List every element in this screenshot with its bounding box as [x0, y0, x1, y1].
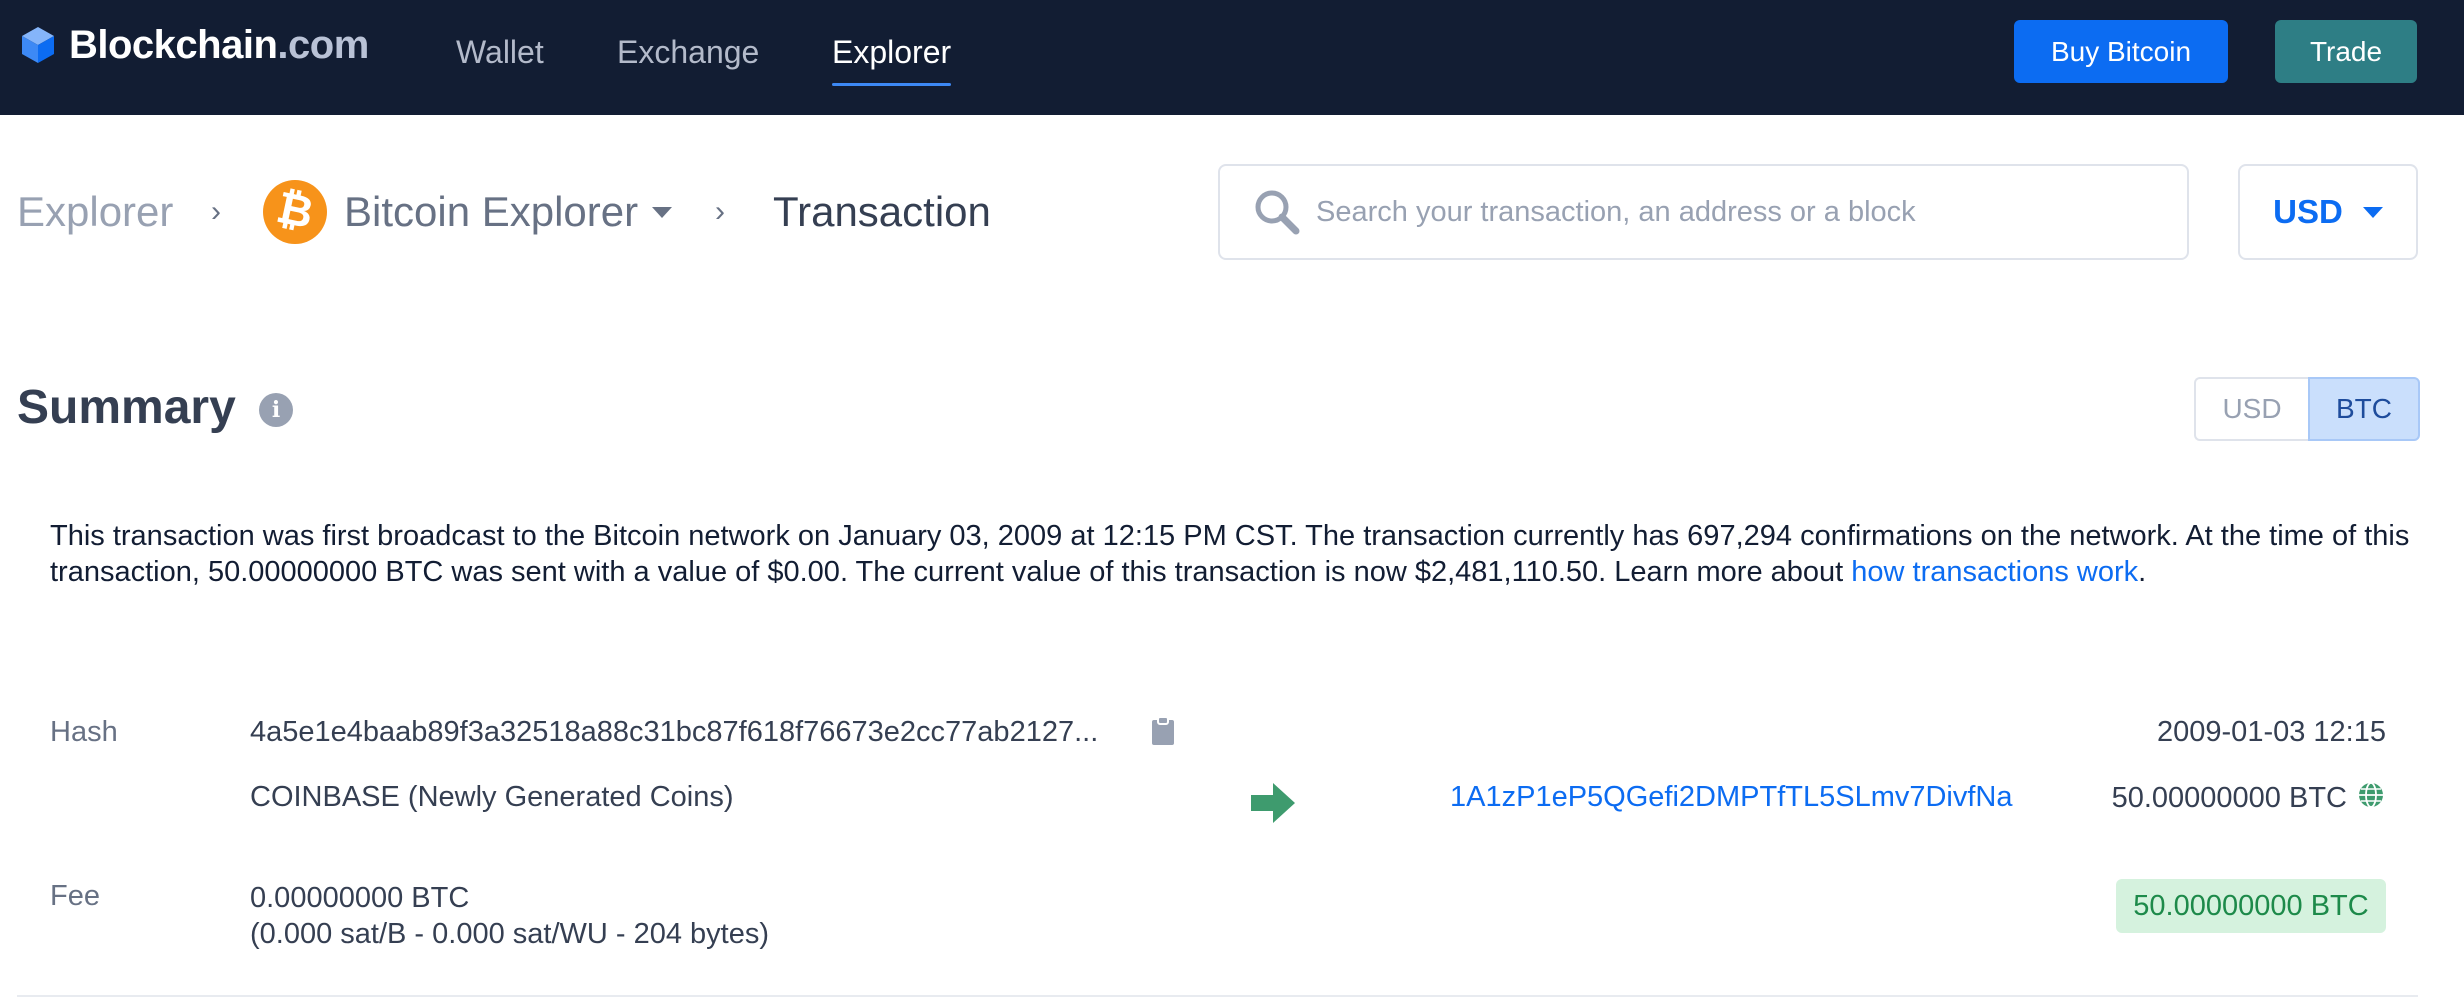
summary-title: Summary — [17, 381, 236, 434]
breadcrumb-bitcoin-explorer-label: Bitcoin Explorer — [344, 188, 639, 235]
currency-select[interactable]: USD — [2238, 164, 2418, 260]
nav-exchange[interactable]: Exchange — [617, 30, 759, 86]
summary-description: This transaction was first broadcast to … — [50, 518, 2420, 590]
fee-detail: (0.000 sat/B - 0.000 sat/WU - 204 bytes) — [250, 918, 770, 950]
summary-description-end: . — [2138, 556, 2147, 588]
clipboard-icon[interactable] — [1151, 716, 1175, 746]
search-box[interactable] — [1218, 164, 2189, 260]
output-amount: 50.00000000 BTC — [2111, 782, 2347, 814]
total-amount-badge: 50.00000000 BTC — [2116, 879, 2386, 933]
breadcrumb-separator-icon: › — [211, 195, 221, 228]
search-icon — [1255, 190, 1300, 235]
hash-label: Hash — [50, 716, 118, 748]
toggle-usd[interactable]: USD — [2194, 377, 2308, 441]
chevron-down-icon — [652, 206, 673, 218]
trade-button[interactable]: Trade — [2275, 20, 2417, 83]
info-icon[interactable]: i — [259, 393, 293, 427]
fee-amount: 0.00000000 BTC — [250, 882, 470, 914]
breadcrumb-current: Transaction — [773, 188, 991, 235]
currency-select-value: USD — [2273, 193, 2343, 230]
nav-explorer[interactable]: Explorer — [832, 30, 952, 86]
transaction-date: 2009-01-03 12:15 — [2157, 716, 2386, 748]
top-navbar: Blockchain.com Wallet Exchange Explorer … — [0, 0, 2464, 115]
divider — [17, 995, 2418, 997]
logo-domain: .com — [277, 22, 369, 67]
currency-toggle: USD BTC — [2194, 377, 2420, 441]
breadcrumb-separator-icon: › — [715, 195, 725, 228]
toggle-btc[interactable]: BTC — [2308, 377, 2420, 441]
blockchain-logo[interactable]: Blockchain.com — [17, 22, 369, 68]
nav-wallet[interactable]: Wallet — [456, 30, 544, 86]
globe-icon[interactable] — [2357, 781, 2385, 809]
breadcrumb-bitcoin-explorer[interactable]: Bitcoin Explorer — [344, 180, 673, 244]
search-input[interactable] — [1316, 195, 2136, 229]
bitcoin-icon: ₿ — [263, 180, 327, 244]
buy-bitcoin-button[interactable]: Buy Bitcoin — [2014, 20, 2228, 83]
fee-value: 0.00000000 BTC (0.000 sat/B - 0.000 sat/… — [250, 880, 769, 952]
logo-text: Blockchain.com — [69, 23, 369, 68]
fee-label: Fee — [50, 880, 100, 912]
arrow-right-icon — [1251, 783, 1295, 823]
breadcrumb-explorer[interactable]: Explorer — [17, 180, 173, 244]
logo-name: Blockchain — [69, 22, 278, 67]
blockchain-logo-icon — [22, 27, 54, 63]
input-coinbase: COINBASE (Newly Generated Coins) — [250, 781, 734, 813]
how-transactions-work-link[interactable]: how transactions work — [1851, 556, 2138, 588]
hash-value[interactable]: 4a5e1e4baab89f3a32518a88c31bc87f618f7667… — [250, 716, 1098, 749]
chevron-down-icon — [2362, 206, 2383, 218]
output-address-link[interactable]: 1A1zP1eP5QGefi2DMPTfTL5SLmv7DivfNa — [1450, 781, 2013, 814]
